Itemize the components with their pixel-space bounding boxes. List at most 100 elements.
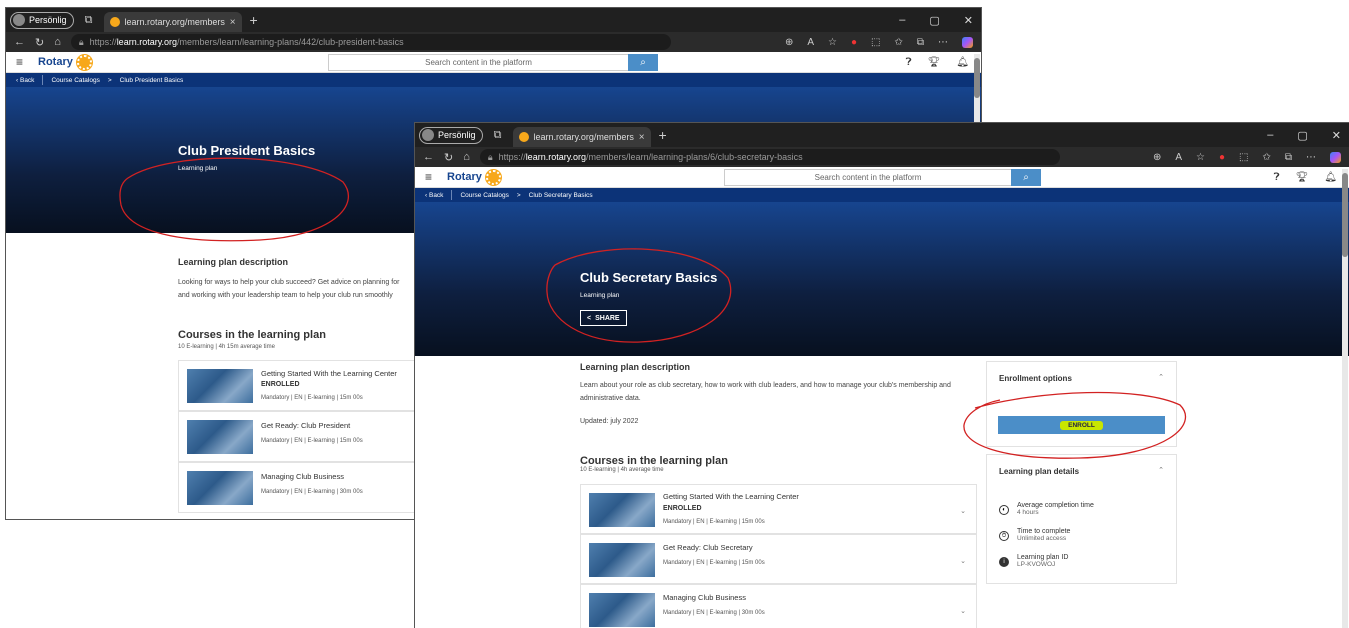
- course-name: Get Ready: Club Secretary: [663, 543, 753, 552]
- browser-tab[interactable]: learn.rotary.org/members/learn/le ×: [512, 127, 651, 147]
- course-row[interactable]: Getting Started With the Learning Center…: [178, 360, 418, 411]
- read-aloud-icon[interactable]: A: [1175, 152, 1182, 163]
- extension-icon[interactable]: ●: [1219, 152, 1225, 163]
- chevron-up-icon[interactable]: ⌃: [1158, 373, 1164, 381]
- help-icon[interactable]: ❓︎: [906, 57, 912, 68]
- scrollbar-thumb[interactable]: [1342, 173, 1348, 257]
- course-thumbnail: [589, 593, 655, 627]
- timer-icon: ⏱︎: [999, 531, 1009, 541]
- zoom-icon[interactable]: ⊕: [785, 37, 793, 48]
- extensions-icon[interactable]: ⬚: [871, 37, 880, 48]
- extension-icon[interactable]: ●: [851, 37, 857, 48]
- bell-icon[interactable]: 🔔︎: [956, 57, 969, 68]
- favorites-icon[interactable]: ✩: [1262, 152, 1270, 163]
- profile-button[interactable]: Persönlig: [419, 126, 483, 144]
- profile-button[interactable]: Persönlig: [10, 11, 74, 29]
- trophy-icon[interactable]: 🏆︎: [1296, 172, 1309, 183]
- url-field[interactable]: 🔒︎ https://learn.rotary.org/members/lear…: [479, 149, 1060, 165]
- tab-close-icon[interactable]: ×: [639, 132, 645, 143]
- chevron-down-icon[interactable]: ⌄: [960, 507, 966, 515]
- address-bar-row: ← ↻ ⌂ 🔒︎ https://learn.rotary.org/member…: [415, 147, 1349, 167]
- back-link[interactable]: ‹ Back: [425, 192, 443, 199]
- read-aloud-icon[interactable]: A: [807, 37, 814, 48]
- course-info: Mandatory | EN | E-learning | 15m 00s: [663, 519, 765, 525]
- course-row[interactable]: Get Ready: Club President Mandatory | EN…: [178, 411, 418, 462]
- workspaces-icon[interactable]: ⧉: [491, 129, 505, 142]
- zoom-icon[interactable]: ⊕: [1153, 152, 1161, 163]
- refresh-icon[interactable]: ↻: [35, 36, 44, 49]
- menu-icon[interactable]: ≡: [16, 55, 30, 69]
- browser-tab[interactable]: learn.rotary.org/members/learn/le ×: [103, 12, 242, 32]
- extensions-icon[interactable]: ⬚: [1239, 152, 1248, 163]
- search-button[interactable]: ⌕: [1011, 169, 1041, 186]
- home-icon[interactable]: ⌂: [463, 151, 470, 163]
- workspaces-icon[interactable]: ⧉: [82, 14, 96, 27]
- lock-icon: 🔒︎: [487, 151, 493, 162]
- course-name: Managing Club Business: [663, 593, 746, 602]
- search-button[interactable]: ⌕: [628, 54, 658, 71]
- rotary-logo[interactable]: Rotary: [447, 169, 501, 185]
- course-row[interactable]: Get Ready: Club Secretary Mandatory | EN…: [580, 534, 977, 584]
- breadcrumb-catalog[interactable]: Course Catalogs: [51, 77, 99, 84]
- page-scrollbar[interactable]: [1342, 169, 1348, 628]
- course-row[interactable]: Getting Started With the Learning Center…: [580, 484, 977, 534]
- course-name: Getting Started With the Learning Center: [663, 492, 799, 501]
- url-host: learn.rotary.org: [116, 37, 178, 47]
- close-window-icon[interactable]: ✕: [1332, 129, 1341, 142]
- breadcrumb-catalog[interactable]: Course Catalogs: [460, 192, 508, 199]
- refresh-icon[interactable]: ↻: [444, 151, 453, 164]
- share-label: SHARE: [595, 314, 620, 322]
- favorite-star-icon[interactable]: ☆: [828, 37, 837, 48]
- chevron-down-icon[interactable]: ⌄: [960, 557, 966, 565]
- chevron-up-icon[interactable]: ⌃: [1158, 466, 1164, 474]
- url-path: /members/learn/learning-plans/6/club-sec…: [586, 152, 803, 162]
- page-subtitle: Learning plan: [178, 165, 218, 172]
- back-link[interactable]: ‹ Back: [16, 77, 34, 84]
- rotary-wheel-icon: [485, 169, 501, 185]
- chevron-down-icon[interactable]: ⌄: [960, 607, 966, 615]
- search-input[interactable]: Search content in the platform: [328, 54, 628, 71]
- scrollbar-thumb[interactable]: [974, 58, 980, 98]
- maximize-icon[interactable]: ▢: [1297, 129, 1307, 142]
- brand-name: Rotary: [38, 56, 73, 68]
- favorites-icon[interactable]: ✩: [894, 37, 902, 48]
- home-icon[interactable]: ⌂: [54, 36, 61, 48]
- course-thumbnail: [589, 493, 655, 527]
- rotary-logo[interactable]: Rotary: [38, 54, 92, 70]
- help-icon[interactable]: ❓︎: [1274, 172, 1280, 183]
- collections-icon[interactable]: ⧉: [1285, 152, 1292, 163]
- back-label: Back: [428, 191, 444, 199]
- description-text: Learn about your role as club secretary,…: [580, 379, 975, 405]
- trophy-icon[interactable]: 🏆︎: [928, 57, 941, 68]
- copilot-icon[interactable]: [962, 36, 973, 48]
- copilot-icon[interactable]: [1330, 151, 1341, 163]
- breadcrumb-current: Club Secretary Basics: [528, 191, 593, 199]
- url-field[interactable]: 🔒︎ https://learn.rotary.org/members/lear…: [70, 34, 671, 50]
- search-icon: ⌕: [640, 57, 646, 68]
- new-tab-icon[interactable]: +: [659, 127, 667, 143]
- tab-close-icon[interactable]: ×: [230, 17, 236, 28]
- collections-icon[interactable]: ⧉: [917, 37, 924, 48]
- share-button[interactable]: < SHARE: [580, 310, 627, 326]
- maximize-icon[interactable]: ▢: [929, 14, 939, 27]
- description-heading: Learning plan description: [580, 362, 691, 372]
- more-icon[interactable]: ⋯: [938, 37, 948, 48]
- minimize-icon[interactable]: –: [899, 14, 905, 26]
- back-arrow-icon[interactable]: ←: [14, 36, 25, 48]
- course-row[interactable]: Managing Club Business Mandatory | EN | …: [178, 462, 418, 513]
- close-window-icon[interactable]: ✕: [964, 14, 973, 27]
- search-input[interactable]: Search content in the platform: [724, 169, 1011, 186]
- detail-label: Learning plan ID: [1017, 554, 1069, 561]
- detail-row: ⏱︎ Time to complete Unlimited access: [999, 528, 1070, 542]
- back-arrow-icon[interactable]: ←: [423, 151, 434, 163]
- minimize-icon[interactable]: –: [1267, 129, 1273, 141]
- bell-icon[interactable]: 🔔︎: [1324, 172, 1337, 183]
- breadcrumb: ‹ Back Course Catalogs > Club President …: [6, 73, 981, 87]
- search-icon: ⌕: [1023, 172, 1029, 183]
- new-tab-icon[interactable]: +: [250, 12, 258, 28]
- course-row[interactable]: Managing Club Business Mandatory | EN | …: [580, 584, 977, 628]
- favorite-star-icon[interactable]: ☆: [1196, 152, 1205, 163]
- more-icon[interactable]: ⋯: [1306, 152, 1316, 163]
- enroll-button[interactable]: ENROLL: [998, 416, 1165, 434]
- menu-icon[interactable]: ≡: [425, 170, 439, 184]
